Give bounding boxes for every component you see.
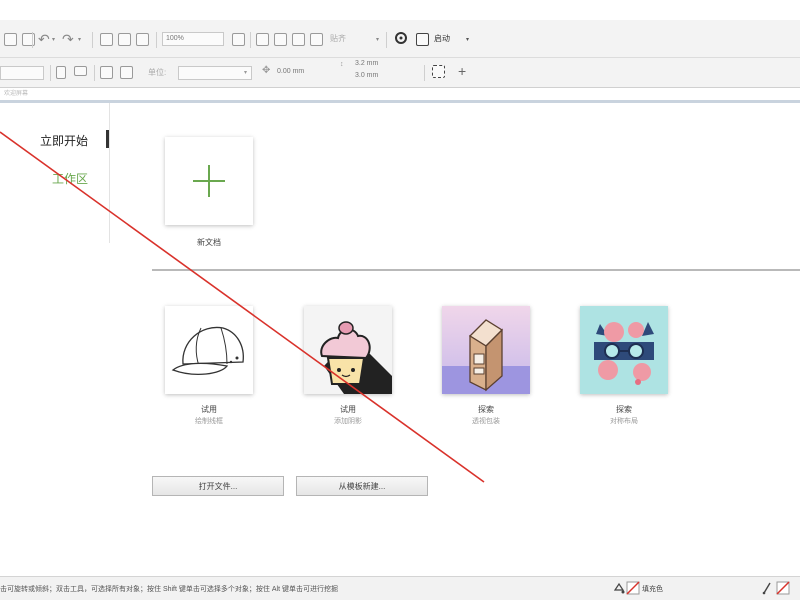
units-select[interactable] (178, 66, 252, 80)
toolbar-divider (424, 65, 425, 81)
publish-icon[interactable] (136, 33, 149, 46)
property-bar: 单位: ▾ ✥ 0.00 mm ↕ 3.2 mm 3.0 mm + (0, 58, 800, 88)
rulers-icon[interactable] (256, 33, 269, 46)
current-page-icon[interactable] (120, 66, 133, 79)
template-card-carton[interactable] (442, 306, 530, 394)
baseball-cap-illustration (171, 326, 244, 376)
template-subtitle: 透视包装 (472, 418, 500, 425)
glasses-illustration (580, 306, 668, 394)
open-file-button[interactable]: 打开文件... (152, 476, 284, 496)
annotation-arrow (0, 131, 485, 483)
duplicate-x-field[interactable]: 3.2 mm (352, 59, 408, 70)
toolbar-divider (386, 32, 387, 48)
standard-toolbar: ↶ ▾ ↷ ▾ 100% 贴齐 ▾ 启动 ▾ (0, 20, 800, 58)
welcome-tab[interactable]: 欢迎屏幕 (4, 88, 104, 97)
export-icon[interactable] (118, 33, 131, 46)
status-hint: 击可旋转或倾斜；双击工具，可选择所有对象；按住 Shift 键单击可选择多个对象… (0, 586, 338, 593)
launch-icon[interactable] (416, 33, 429, 46)
template-title: 试用 (340, 405, 356, 414)
tab-underline (0, 100, 800, 103)
fill-color-label: 填充色 (642, 586, 663, 593)
template-title: 探索 (616, 405, 632, 414)
outline-pen-icon (760, 581, 774, 600)
template-card-cupcake[interactable] (304, 306, 392, 394)
toolbar-divider (250, 32, 251, 48)
launch-dropdown[interactable]: 启动 (434, 33, 464, 44)
template-subtitle: 对称布局 (610, 418, 638, 425)
nudge-icon: ✥ (262, 65, 271, 76)
import-icon[interactable] (100, 33, 113, 46)
toolbar-divider (50, 65, 51, 81)
template-subtitle: 添加阴影 (334, 418, 362, 425)
status-bar: 击可旋转或倾斜；双击工具，可选择所有对象；按住 Shift 键单击可选择多个对象… (0, 576, 800, 600)
duplicate-distance-icon: ↕ (340, 61, 344, 68)
title-bar (0, 0, 800, 20)
new-document-card[interactable] (165, 137, 253, 225)
units-label: 单位: (148, 68, 167, 77)
snap-icon[interactable] (310, 33, 323, 46)
settings-icon[interactable] (394, 31, 408, 45)
template-card-cap[interactable] (165, 306, 253, 394)
fullscreen-icon[interactable] (232, 33, 245, 46)
milk-carton-illustration (442, 306, 530, 394)
landscape-icon[interactable] (74, 66, 87, 76)
guidelines-icon[interactable] (292, 33, 305, 46)
chevron-down-icon[interactable]: ▾ (78, 36, 81, 43)
nudge-distance-field[interactable]: 0.00 mm (274, 66, 328, 80)
cupcake-illustration (304, 306, 392, 394)
template-subtitle: 绘制线框 (195, 418, 223, 425)
toolbar-divider (156, 32, 157, 48)
new-from-template-button[interactable]: 从模板新建... (296, 476, 428, 496)
no-outline-swatch[interactable] (776, 581, 790, 600)
no-fill-swatch[interactable] (626, 581, 640, 600)
section-divider (152, 269, 800, 271)
treat-as-filled-icon[interactable] (432, 65, 445, 78)
chevron-down-icon[interactable]: ▾ (52, 36, 55, 43)
toolbar-divider (32, 32, 33, 48)
sidebar-item-get-started[interactable]: 立即开始 (40, 132, 88, 149)
template-title: 探索 (478, 405, 494, 414)
toolbar-divider (92, 32, 93, 48)
chevron-down-icon[interactable]: ▾ (244, 69, 247, 76)
plus-icon (193, 165, 225, 197)
new-icon[interactable] (4, 33, 17, 46)
page-size-field[interactable] (0, 66, 44, 80)
fill-icon (612, 581, 626, 600)
redo-icon[interactable]: ↷ (62, 31, 74, 48)
open-icon[interactable] (22, 33, 35, 46)
chevron-down-icon[interactable]: ▾ (376, 36, 379, 43)
grid-icon[interactable] (274, 33, 287, 46)
template-title: 试用 (201, 405, 217, 414)
portrait-icon[interactable] (56, 66, 66, 79)
undo-icon[interactable]: ↶ (38, 31, 50, 48)
active-tab-indicator (106, 130, 109, 148)
chevron-down-icon[interactable]: ▾ (466, 36, 469, 43)
snap-dropdown[interactable]: 贴齐 (330, 33, 370, 44)
all-pages-icon[interactable] (100, 66, 113, 79)
add-icon[interactable]: + (458, 63, 466, 79)
duplicate-y-field[interactable]: 3.0 mm (352, 71, 408, 82)
sidebar-item-workspace[interactable]: 工作区 (52, 170, 88, 187)
toolbar-divider (94, 65, 95, 81)
zoom-level-select[interactable]: 100% (162, 32, 224, 46)
new-document-label: 新文档 (197, 238, 221, 247)
template-card-glasses[interactable] (580, 306, 668, 394)
